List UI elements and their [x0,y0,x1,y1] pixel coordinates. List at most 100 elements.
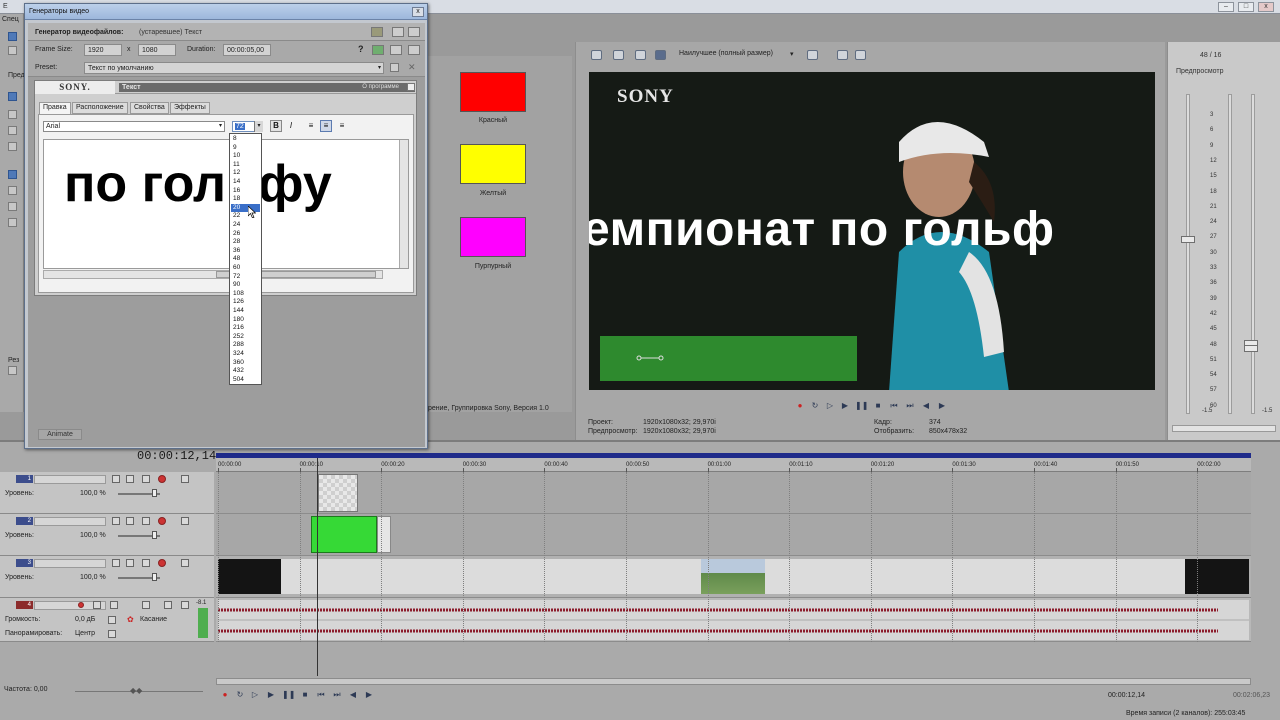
copy-snapshot-icon[interactable] [837,50,848,60]
arm-record-icon[interactable] [78,602,84,608]
mute-track-icon[interactable] [181,475,189,483]
volume-knob[interactable] [108,616,116,624]
font-size-option[interactable]: 9 [231,144,260,153]
fx-icon[interactable] [158,475,166,483]
font-size-select[interactable]: 72 ▾ [232,121,263,132]
prev-frame-icon[interactable]: ◀ [921,401,931,411]
play-from-start-icon[interactable]: ▷ [825,401,835,411]
time-ruler[interactable]: 00:00:00 00:00:10 00:00:20 00:00:30 00:00:40… [216,458,1251,472]
go-end-icon[interactable]: ⏭ [332,690,342,700]
solo-audio-icon[interactable] [181,601,189,609]
font-size-option[interactable]: 324 [231,350,260,359]
save-preset-icon[interactable] [390,45,402,55]
frame-height-field[interactable]: 1080 [138,44,176,56]
level-knob-1[interactable] [152,489,157,497]
swatch-red[interactable] [460,72,526,112]
stop-icon[interactable]: ■ [873,401,883,411]
add-preset-icon[interactable] [372,45,384,55]
level-knob-2[interactable] [152,531,157,539]
duration-field[interactable]: 00:00:05,00 [223,44,271,56]
font-size-option[interactable]: 18 [231,195,260,204]
mute-track-icon[interactable] [181,559,189,567]
tab-properties[interactable]: Свойства [130,102,169,114]
preview-properties-icon[interactable] [591,50,602,60]
font-size-option[interactable]: 126 [231,298,260,307]
dialog-titlebar[interactable]: Генераторы видео x [25,4,427,20]
generator-list-icon[interactable] [392,27,404,37]
preview-mode-icon[interactable] [655,50,666,60]
video-clip-start[interactable] [218,559,281,594]
about-link[interactable]: О программе [362,83,399,92]
edit-horizontal-scrollbar[interactable] [43,270,383,279]
slip-tool-icon[interactable] [8,202,17,211]
font-size-option[interactable]: 12 [231,169,260,178]
bold-button[interactable]: B [270,120,282,132]
font-size-option[interactable]: 28 [231,238,260,247]
mute-track-icon[interactable] [181,517,189,525]
font-size-option[interactable]: 180 [231,316,260,325]
animate-button[interactable]: Animate [38,429,82,440]
zoom-tool-icon[interactable] [8,126,17,135]
save-snapshot-icon[interactable] [855,50,866,60]
touch-mode[interactable]: Касание [140,616,167,623]
solo-icon[interactable] [126,517,134,525]
font-size-option[interactable]: 144 [231,307,260,316]
font-size-option[interactable]: 48 [231,255,260,264]
timeline-scrollbar[interactable] [216,678,1251,685]
pause-icon[interactable]: ❚❚ [855,401,868,411]
track-name-3[interactable] [34,559,106,568]
stop-icon[interactable]: ■ [300,690,310,700]
prev-frame-icon[interactable]: ◀ [348,690,358,700]
swatch-magenta[interactable] [460,217,526,257]
solo-icon[interactable] [126,559,134,567]
font-size-option[interactable]: 24 [231,221,260,230]
font-size-option[interactable]: 26 [231,230,260,239]
delete-preset-icon[interactable] [408,45,420,55]
motion-icon[interactable] [142,475,150,483]
tab-placement[interactable]: Расположение [72,102,128,114]
volume-fader-left[interactable] [1181,236,1195,243]
chevron-down-icon[interactable]: ▾ [219,122,222,129]
track-name-1[interactable] [34,475,106,484]
font-size-option[interactable]: 8 [231,135,260,144]
align-left-icon[interactable]: ≡ [305,120,317,132]
edit-vertical-scrollbar[interactable] [399,140,408,268]
font-size-option[interactable]: 14 [231,178,260,187]
font-size-option[interactable]: 10 [231,152,260,161]
chevron-down-icon[interactable]: ▾ [378,64,381,71]
font-size-option[interactable]: 504 [231,376,260,385]
fade-tool-icon[interactable] [8,218,17,227]
rate-knob-icon[interactable]: ◆◆ [130,686,142,695]
chevron-down-icon[interactable]: ▾ [790,50,794,58]
solo-icon[interactable] [126,475,134,483]
preset-select[interactable]: Текст по умолчанию ▾ [84,62,384,74]
split-screen-icon[interactable] [635,50,646,60]
meter-scrollbar[interactable] [1172,425,1276,432]
font-size-option[interactable]: 60 [231,264,260,273]
audio-waveform[interactable] [218,600,1249,640]
align-right-icon[interactable]: ≡ [336,120,348,132]
tab-effects[interactable]: Эффекты [170,102,210,114]
volume-fader-right-2[interactable] [1244,345,1258,352]
italic-button[interactable]: I [285,120,297,132]
mute-audio-icon[interactable] [164,601,172,609]
pause-icon[interactable]: ❚❚ [282,690,295,700]
minimize-button[interactable]: – [1218,2,1234,12]
font-size-option[interactable]: 72 [231,273,260,282]
font-size-option[interactable]: 360 [231,359,260,368]
play-from-start-icon[interactable]: ▷ [250,690,260,700]
motion-icon[interactable] [142,559,150,567]
green-clip-tail[interactable] [377,516,391,553]
split-tool-icon[interactable] [8,186,17,195]
record-icon[interactable]: ● [795,401,805,411]
normal-tool-icon[interactable] [8,32,17,41]
font-select[interactable]: Arial ▾ [43,121,225,132]
next-frame-icon[interactable]: ▶ [937,401,947,411]
envelope-tool-icon[interactable] [8,110,17,119]
panel-tool-icon[interactable] [8,170,17,179]
close-app-button[interactable]: x [1258,2,1274,12]
frame-width-field[interactable]: 1920 [84,44,122,56]
video-clip-end[interactable] [1185,559,1249,594]
font-size-option[interactable]: 216 [231,324,260,333]
font-size-dropdown-list[interactable]: 8 9 10 11 12 14 16 18 20 22 24 26 28 36 48 60 72 90 108 126… [229,133,262,385]
